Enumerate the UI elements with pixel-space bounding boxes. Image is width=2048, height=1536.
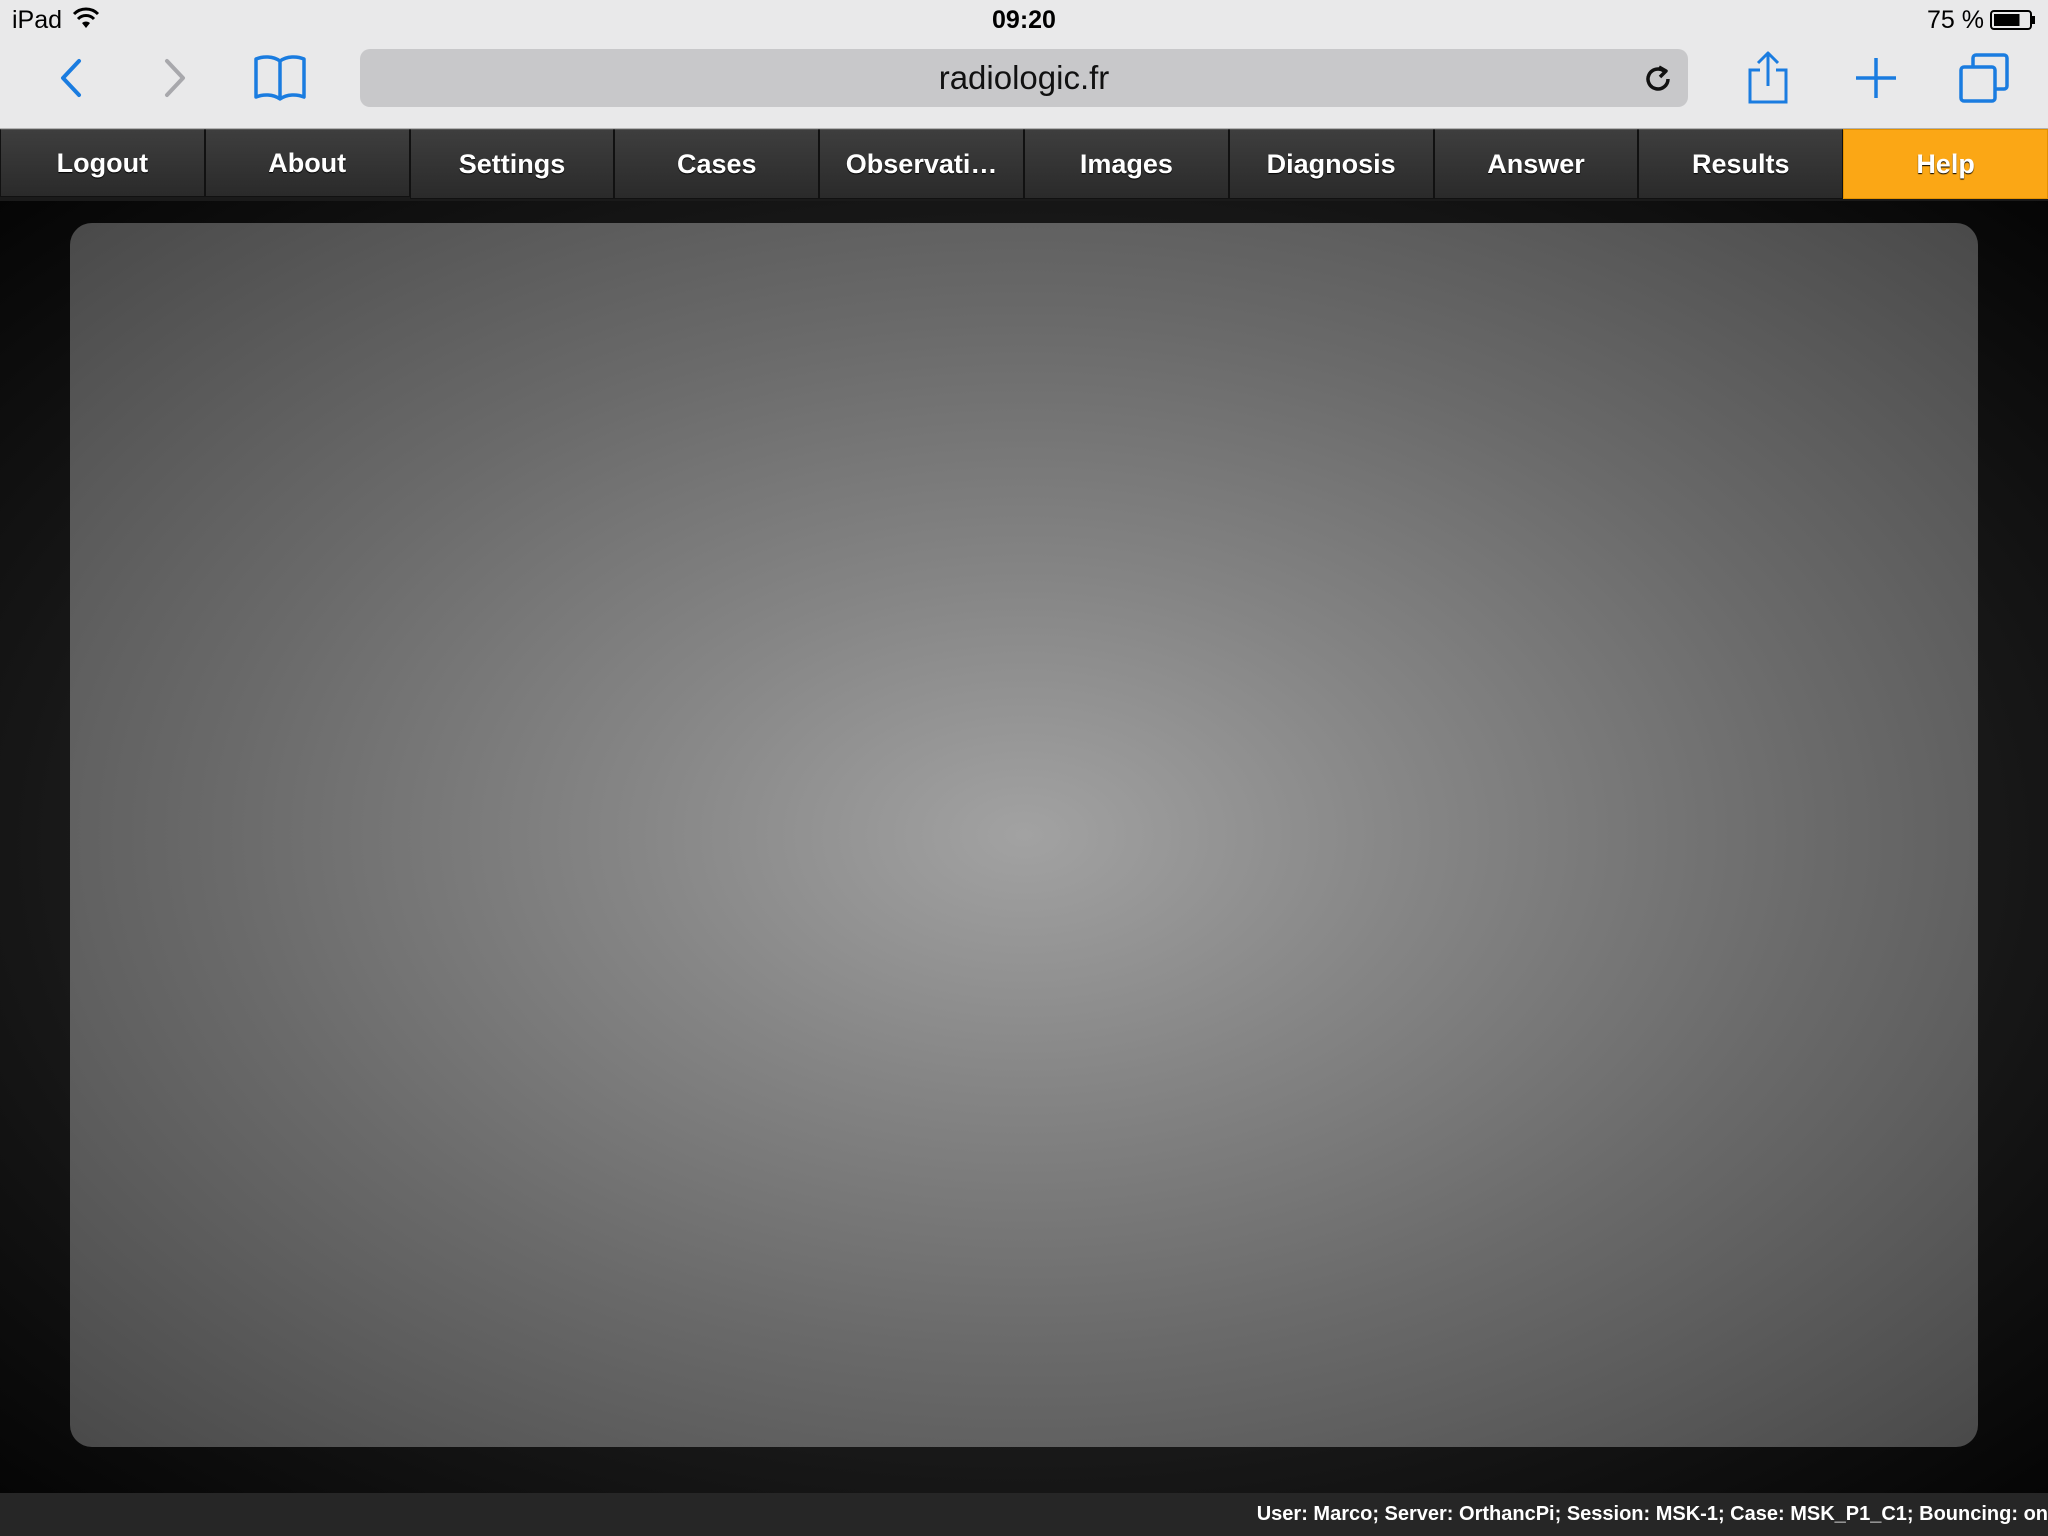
- viewer-stage: [0, 201, 2048, 1493]
- tab-diagnosis[interactable]: Diagnosis: [1228, 129, 1434, 199]
- tabs-icon: [1959, 53, 2009, 103]
- tab-settings[interactable]: Settings: [409, 129, 615, 199]
- session-status-bar: User: Marco; Server: OrthancPi; Session:…: [0, 1493, 2048, 1536]
- tab-about[interactable]: About: [204, 129, 410, 197]
- tab-help[interactable]: Help: [1843, 129, 2048, 199]
- clock: 09:20: [992, 6, 1056, 34]
- reload-icon[interactable]: [1642, 63, 1674, 95]
- battery-icon: [1990, 10, 2035, 30]
- chevron-right-icon: [165, 59, 185, 97]
- status-bar: iPad 09:20 75 %: [0, 0, 2048, 40]
- back-button[interactable]: [42, 50, 98, 106]
- tab-cases[interactable]: Cases: [614, 129, 820, 199]
- session-status-text: User: Marco; Server: OrthancPi; Session:…: [1256, 1503, 2048, 1525]
- url-text: radiologic.fr: [938, 59, 1110, 96]
- forward-button[interactable]: [148, 50, 204, 106]
- bookmarks-button[interactable]: [252, 50, 308, 106]
- battery-percent: 75 %: [1927, 6, 1984, 34]
- chevron-left-icon: [61, 59, 81, 97]
- tabs-button[interactable]: [1956, 50, 2012, 106]
- tab-images[interactable]: Images: [1023, 129, 1229, 199]
- tab-answer[interactable]: Answer: [1433, 129, 1639, 199]
- plus-icon: [1856, 58, 1896, 98]
- share-button[interactable]: [1740, 50, 1796, 106]
- book-icon: [254, 55, 306, 101]
- app-nav: Logout About Settings Cases Observati… Images…: [0, 129, 2048, 201]
- tab-observations[interactable]: Observati…: [819, 129, 1024, 199]
- url-bar[interactable]: radiologic.fr: [360, 49, 1688, 107]
- browser-toolbar: radiologic.fr: [0, 40, 2048, 129]
- image-viewer[interactable]: [70, 223, 1978, 1447]
- tab-results[interactable]: Results: [1638, 129, 1844, 199]
- tab-logout[interactable]: Logout: [0, 129, 205, 197]
- share-icon: [1748, 51, 1788, 104]
- new-tab-button[interactable]: [1848, 50, 1904, 106]
